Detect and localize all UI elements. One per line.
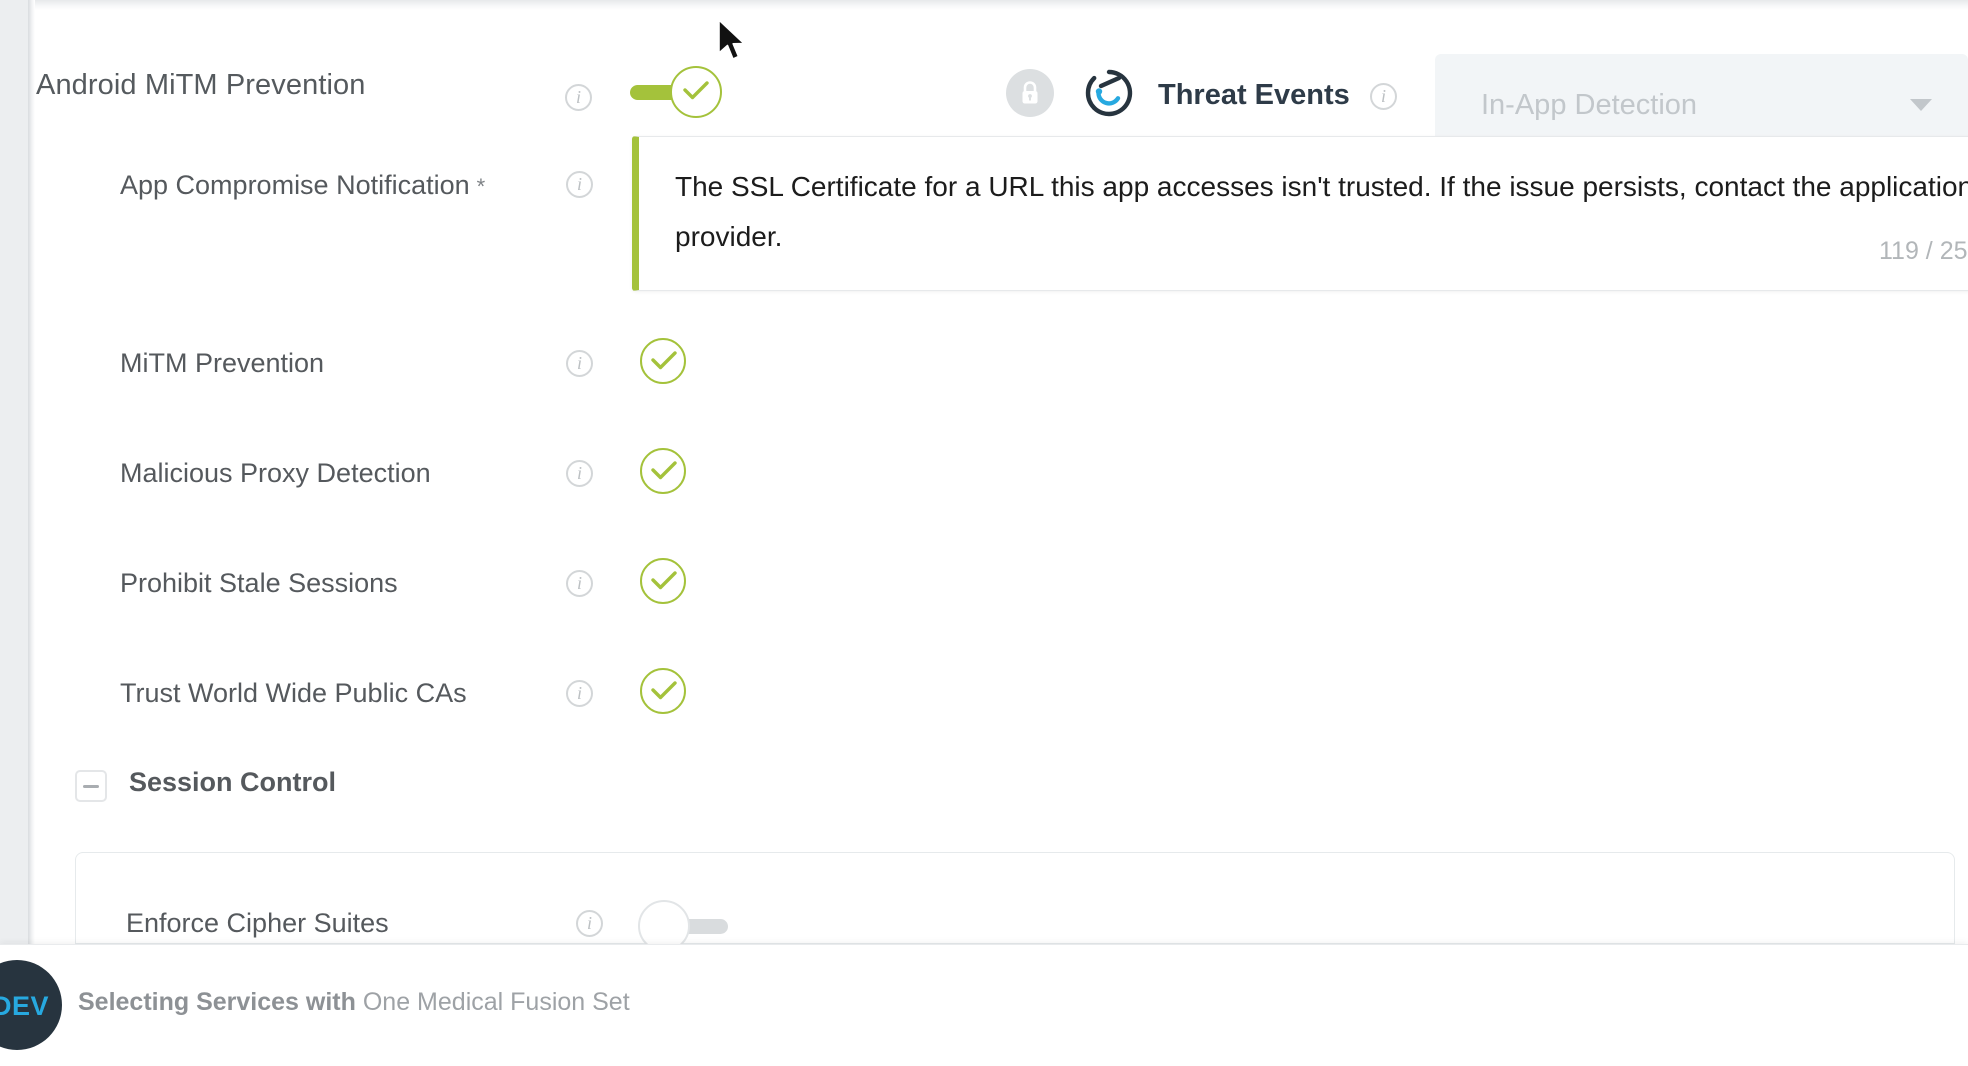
collapse-toggle-button[interactable]: [75, 770, 107, 802]
option-checkbox[interactable]: [640, 338, 686, 384]
check-icon: [651, 680, 677, 702]
option-row-prohibit-stale-sessions: Prohibit Stale Sessions i: [0, 558, 1933, 614]
character-counter: 119 / 25: [1879, 237, 1968, 266]
option-label: Prohibit Stale Sessions: [120, 568, 398, 599]
option-label: Malicious Proxy Detection: [120, 458, 431, 489]
android-mitm-prevention-header: Android MiTM Prevention i: [0, 27, 1933, 127]
chevron-down-icon: [1910, 99, 1932, 111]
threat-events-label: Threat Events: [1158, 79, 1350, 112]
info-icon[interactable]: i: [576, 910, 603, 937]
option-label: MiTM Prevention: [120, 348, 324, 379]
bottom-action-bar: DEV Selecting Services with One Medical …: [0, 944, 1968, 1066]
detection-mode-value: In-App Detection: [1481, 89, 1697, 122]
option-checkbox[interactable]: [640, 668, 686, 714]
check-icon: [683, 80, 709, 102]
info-icon[interactable]: i: [1370, 83, 1397, 110]
check-icon: [651, 570, 677, 592]
option-row-mitm-prevention: MiTM Prevention i: [0, 338, 1933, 394]
toggle-knob: [670, 66, 722, 118]
lock-icon: [1006, 69, 1054, 117]
app-compromise-notification-label: App Compromise Notification *: [120, 170, 485, 201]
app-compromise-notification-input[interactable]: The SSL Certificate for a URL this app a…: [632, 136, 1968, 291]
info-icon[interactable]: i: [565, 84, 592, 111]
environment-badge: DEV: [0, 960, 62, 1050]
appdome-logo-icon: [1085, 69, 1133, 117]
required-marker: *: [477, 174, 486, 199]
status-text: Selecting Services with One Medical Fusi…: [78, 988, 630, 1017]
info-icon[interactable]: i: [566, 680, 593, 707]
check-icon: [651, 460, 677, 482]
group-title: Session Control: [129, 767, 336, 798]
option-row-trust-world-wide-public-cas: Trust World Wide Public CAs i: [0, 668, 1933, 724]
mouse-cursor: [716, 18, 750, 71]
option-label: Trust World Wide Public CAs: [120, 678, 467, 709]
info-icon[interactable]: i: [566, 460, 593, 487]
page-title: Android MiTM Prevention: [36, 69, 365, 102]
option-row-malicious-proxy-detection: Malicious Proxy Detection i: [0, 448, 1933, 504]
app-root: Android MiTM Prevention i: [0, 0, 1968, 1066]
option-checkbox[interactable]: [640, 558, 686, 604]
label-text: App Compromise Notification: [120, 170, 470, 200]
android-mitm-prevention-toggle[interactable]: [630, 66, 720, 118]
panel-top-shadow: [35, 0, 1968, 10]
minus-icon: [83, 785, 99, 788]
status-prefix: Selecting Services with: [78, 988, 356, 1016]
option-label: Enforce Cipher Suites: [126, 908, 389, 939]
environment-badge-label: DEV: [0, 991, 49, 1022]
check-icon: [651, 350, 677, 372]
info-icon[interactable]: i: [566, 570, 593, 597]
notification-text: The SSL Certificate for a URL this app a…: [675, 162, 1968, 262]
option-checkbox[interactable]: [640, 448, 686, 494]
info-icon[interactable]: i: [566, 350, 593, 377]
status-value: One Medical Fusion Set: [363, 988, 630, 1016]
info-icon[interactable]: i: [566, 171, 593, 198]
